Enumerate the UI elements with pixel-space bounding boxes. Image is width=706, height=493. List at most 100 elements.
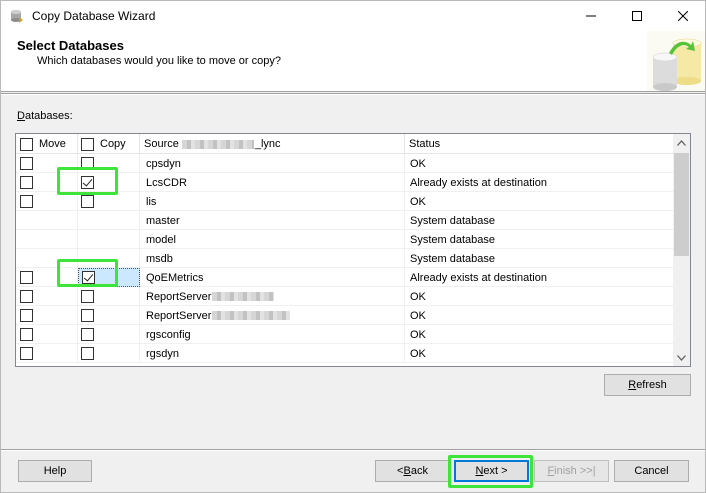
move-cell[interactable] [16, 325, 78, 344]
table-row[interactable]: rgsconfig OK [16, 325, 675, 344]
status-text: OK [410, 290, 426, 303]
status-cell: OK [405, 306, 675, 325]
database-name: ReportServer [146, 309, 212, 322]
refresh-button[interactable]: Refresh [604, 374, 691, 396]
grid-header: Move Copy Source _lync Status [16, 134, 675, 154]
copy-cell[interactable] [78, 230, 140, 249]
database-name: LcsCDR [146, 176, 187, 189]
move-cell[interactable] [16, 287, 78, 306]
move-all-checkbox[interactable] [20, 137, 33, 151]
move-checkbox[interactable] [20, 347, 33, 360]
highlight-qoemetrics-copy [57, 259, 118, 287]
maximize-button[interactable] [614, 1, 660, 31]
wizard-header: Select Databases Which databases would y… [1, 31, 705, 92]
move-cell[interactable] [16, 344, 78, 363]
status-text: OK [410, 195, 426, 208]
source-cell: msdb [140, 249, 405, 268]
source-cell: rgsconfig [140, 325, 405, 344]
source-cell: cpsdyn [140, 154, 405, 173]
move-checkbox[interactable] [20, 176, 33, 189]
move-checkbox[interactable] [20, 157, 33, 170]
table-row[interactable]: rgsdyn OK [16, 344, 675, 363]
move-cell[interactable] [16, 306, 78, 325]
source-cell: rgsdyn [140, 344, 405, 363]
status-text: System database [410, 233, 495, 246]
finish-button[interactable]: Finish >>| [534, 460, 609, 482]
status-text: OK [410, 347, 426, 360]
source-cell: lis [140, 192, 405, 211]
close-icon [678, 11, 688, 21]
copy-checkbox[interactable] [81, 328, 94, 341]
copy-column-header[interactable]: Copy [78, 134, 140, 154]
copy-cell[interactable] [78, 344, 140, 363]
status-cell: System database [405, 249, 675, 268]
source-cell: LcsCDR [140, 173, 405, 192]
source-cell: QoEMetrics [140, 268, 405, 287]
vertical-scrollbar[interactable] [673, 134, 690, 366]
copy-checkbox[interactable] [81, 347, 94, 360]
database-name: rgsconfig [146, 328, 191, 341]
redacted-database-suffix [212, 292, 275, 301]
database-name: ReportServer [146, 290, 212, 303]
scroll-up-button[interactable] [673, 134, 690, 151]
copy-checkbox[interactable] [81, 195, 94, 208]
status-text: Already exists at destination [410, 176, 547, 189]
database-name: model [146, 233, 176, 246]
source-cell: ReportServer [140, 306, 405, 325]
source-header-suffix: _lync [254, 138, 281, 150]
table-row[interactable]: ReportServer OK [16, 306, 675, 325]
help-button[interactable]: Help [18, 460, 92, 482]
source-header-label: Source [144, 138, 179, 150]
status-text: System database [410, 214, 495, 227]
source-cell: ReportServer [140, 287, 405, 306]
page-subtitle: Which databases would you like to move o… [37, 55, 281, 67]
scroll-down-button[interactable] [673, 349, 690, 366]
status-text: OK [410, 309, 426, 322]
status-cell: System database [405, 230, 675, 249]
source-column-header[interactable]: Source _lync [140, 134, 405, 154]
copy-cell[interactable] [78, 306, 140, 325]
status-text: Already exists at destination [410, 271, 547, 284]
table-row[interactable]: model System database [16, 230, 675, 249]
status-cell: Already exists at destination [405, 173, 675, 192]
move-header-label: Move [39, 138, 66, 150]
redacted-database-suffix [212, 311, 291, 320]
copy-checkbox[interactable] [81, 290, 94, 303]
source-cell: model [140, 230, 405, 249]
status-text: OK [410, 157, 426, 170]
highlight-next-button [448, 455, 533, 488]
window-title: Copy Database Wizard [32, 9, 156, 23]
move-checkbox[interactable] [20, 290, 33, 303]
back-button[interactable]: < Back [375, 460, 450, 482]
status-cell: Already exists at destination [405, 268, 675, 287]
minimize-button[interactable] [568, 1, 614, 31]
copy-cell[interactable] [78, 211, 140, 230]
status-column-header[interactable]: Status [405, 134, 675, 154]
move-cell[interactable] [16, 230, 78, 249]
database-cylinders-icon [647, 31, 705, 91]
copy-checkbox[interactable] [81, 309, 94, 322]
move-checkbox[interactable] [20, 309, 33, 322]
move-checkbox[interactable] [20, 271, 33, 284]
table-row[interactable]: master System database [16, 211, 675, 230]
move-checkbox[interactable] [20, 195, 33, 208]
status-cell: OK [405, 287, 675, 306]
close-button[interactable] [660, 1, 705, 31]
database-wizard-icon [11, 10, 23, 23]
header-separator [1, 93, 705, 95]
move-checkbox[interactable] [20, 328, 33, 341]
highlight-lcscdr-copy [57, 167, 118, 195]
status-cell: System database [405, 211, 675, 230]
move-cell[interactable] [16, 211, 78, 230]
database-name: master [146, 214, 180, 227]
database-name: QoEMetrics [146, 271, 204, 284]
cancel-button[interactable]: Cancel [614, 460, 689, 482]
copy-cell[interactable] [78, 287, 140, 306]
move-column-header[interactable]: Move [16, 134, 78, 154]
table-row[interactable]: ReportServer OK [16, 287, 675, 306]
scrollbar-thumb[interactable] [674, 153, 689, 256]
copy-cell[interactable] [78, 325, 140, 344]
status-text: OK [410, 328, 426, 341]
status-cell: OK [405, 344, 675, 363]
copy-all-checkbox[interactable] [81, 137, 94, 151]
